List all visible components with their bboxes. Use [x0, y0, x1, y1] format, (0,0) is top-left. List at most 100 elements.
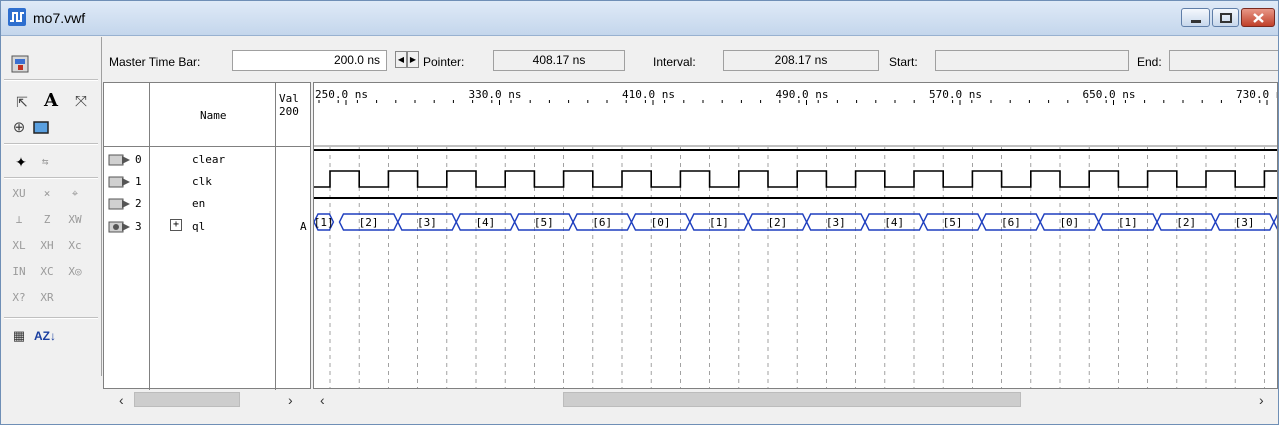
weak-0-icon[interactable]: ΧL	[7, 235, 31, 257]
ql-bus-value: [3]	[1235, 216, 1255, 229]
ql-bus-value: [3]	[417, 216, 437, 229]
signal-index: 1	[135, 175, 142, 188]
ql-bus-value: [2]	[359, 216, 379, 229]
master-time-bar-field[interactable]: 200.0 ns	[232, 50, 387, 71]
pointer-label: Pointer:	[423, 55, 465, 69]
signal-index: 3	[135, 220, 142, 233]
find-icon[interactable]: ✦	[9, 151, 33, 173]
signal-row-en[interactable]: 2 en	[104, 194, 310, 214]
scroll-thumb[interactable]	[134, 392, 240, 407]
invert-icon[interactable]: Χc	[63, 235, 87, 257]
time-bar-row: Master Time Bar: 200.0 ns ◀ ▶ Pointer: 4…	[103, 49, 1278, 75]
signal-name: clk	[192, 175, 212, 188]
waveform-canvas: 250.0 ns 330.0 ns 410.0 ns 490.0 ns 570.0 ns…	[314, 88, 1277, 388]
start-field	[935, 50, 1129, 71]
waveform-editor-window: mo7.vwf ⇱ A ⤧ ⊕ ✦ ⇆ ΧU ⨯ ⌖ ⊥ Z ΧW ΧL ΧH …	[0, 0, 1279, 425]
tool-separator	[4, 317, 98, 319]
expand-button[interactable]: +	[170, 219, 182, 231]
arbitrary-value-icon[interactable]: Χ◎	[63, 261, 87, 283]
time-tick-label: 650.0 ns	[1083, 88, 1136, 101]
minimize-button[interactable]	[1181, 8, 1210, 27]
ql-bus-value: [1]	[1118, 216, 1138, 229]
time-tick-label: 730.0 ns	[1236, 88, 1277, 101]
waveform-editing-icon[interactable]: ⤧	[69, 91, 93, 113]
time-tick-label: 410.0 ns	[622, 88, 675, 101]
device-icon[interactable]	[11, 55, 29, 73]
weak-low-icon[interactable]: ⊥	[7, 209, 31, 231]
selection-icon[interactable]: ⇱	[10, 91, 34, 113]
input-pin-icon	[108, 154, 130, 166]
close-icon	[1253, 13, 1264, 23]
minimize-icon	[1191, 20, 1201, 23]
signal-row-clear[interactable]: 0 clear	[104, 150, 310, 170]
time-tick-label: 490.0 ns	[776, 88, 829, 101]
full-screen-icon[interactable]	[29, 117, 53, 139]
text-tool-icon[interactable]: A	[39, 90, 63, 112]
name-column-header[interactable]: Name	[200, 109, 227, 122]
ql-bus-value: [0]	[1059, 216, 1079, 229]
scroll-left-icon[interactable]: ‹	[320, 392, 325, 408]
random-value-icon[interactable]: Χ?	[7, 287, 31, 309]
signal-name-panel: Name Val 200 0 clear 1 clk 2 en 3 + ql A	[103, 82, 311, 390]
clock-value-icon[interactable]: ΧC	[35, 261, 59, 283]
start-label: Start:	[889, 55, 918, 69]
ql-bus-value: [1]	[709, 216, 729, 229]
signal-name: clear	[192, 153, 226, 166]
high-impedance-icon[interactable]: ΧH	[35, 235, 59, 257]
zoom-icon[interactable]: ⊕	[7, 117, 31, 139]
signal-row-ql[interactable]: 3 + ql A	[104, 217, 310, 237]
count-value-icon[interactable]: IN	[7, 261, 31, 283]
forcing-unknown-icon[interactable]: ΧU	[7, 183, 31, 205]
scroll-left-icon[interactable]: ‹	[119, 392, 124, 408]
time-tick-label: 570.0 ns	[929, 88, 982, 101]
scroll-thumb[interactable]	[563, 392, 1021, 407]
master-time-bar-label: Master Time Bar:	[109, 55, 201, 69]
previous-transition-button[interactable]: ◀	[395, 51, 407, 68]
weak-high-icon[interactable]: Z	[35, 209, 59, 231]
ql-bus-value: [5]	[943, 216, 963, 229]
ql-bus-value: [1]	[314, 216, 334, 229]
signal-index: 2	[135, 197, 142, 210]
ql-bus-value: [2]	[767, 216, 787, 229]
forcing-high-icon[interactable]: ⌖	[63, 183, 87, 205]
value-column-time: 200	[279, 105, 299, 118]
maximize-icon	[1220, 13, 1232, 23]
maximize-button[interactable]	[1212, 8, 1239, 27]
name-panel-scrollbar[interactable]: ‹ ›	[104, 390, 311, 409]
scroll-right-icon[interactable]: ›	[288, 392, 293, 408]
waveform-scrollbar[interactable]: ‹ ›	[314, 390, 1278, 409]
signal-name: ql	[192, 220, 206, 233]
title-bar: mo7.vwf	[1, 1, 1278, 36]
time-tick-label: 330.0 ns	[469, 88, 522, 101]
forcing-low-icon[interactable]: ⨯	[35, 183, 59, 205]
tool-separator	[4, 177, 98, 179]
snap-value-icon[interactable]: ΧR	[35, 287, 59, 309]
clk-waveform	[314, 170, 1277, 188]
end-field	[1169, 50, 1278, 71]
signal-value: A	[300, 220, 307, 233]
replace-icon[interactable]: ⇆	[33, 151, 57, 173]
output-bus-icon	[108, 221, 130, 233]
ql-bus-value: [4]	[884, 216, 904, 229]
close-button[interactable]	[1241, 8, 1275, 27]
time-tick-label: 250.0 ns	[315, 88, 368, 101]
ql-bus-value: [2]	[1176, 216, 1196, 229]
ql-bus-value: [4]	[1275, 216, 1277, 229]
waveform-display[interactable]: 250.0 ns 330.0 ns 410.0 ns 490.0 ns 570.0 ns…	[313, 82, 1278, 389]
input-pin-icon	[108, 176, 130, 188]
interval-label: Interval:	[653, 55, 696, 69]
ql-bus-value: [3]	[826, 216, 846, 229]
scroll-right-icon[interactable]: ›	[1259, 392, 1264, 408]
pointer-field: 408.17 ns	[493, 50, 625, 71]
signal-index: 0	[135, 153, 142, 166]
interval-field: 208.17 ns	[723, 50, 879, 71]
signal-name: en	[192, 197, 206, 210]
signal-row-clk[interactable]: 1 clk	[104, 172, 310, 192]
next-transition-button[interactable]: ▶	[407, 51, 419, 68]
snap-to-grid-icon[interactable]: ▦	[7, 325, 31, 347]
ql-bus-value: [5]	[534, 216, 554, 229]
sort-icon[interactable]: AZ↓	[33, 325, 57, 347]
weak-unknown-icon[interactable]: ΧW	[63, 209, 87, 231]
value-column-header[interactable]: Val	[279, 92, 299, 105]
ql-bus-value: [6]	[1001, 216, 1021, 229]
